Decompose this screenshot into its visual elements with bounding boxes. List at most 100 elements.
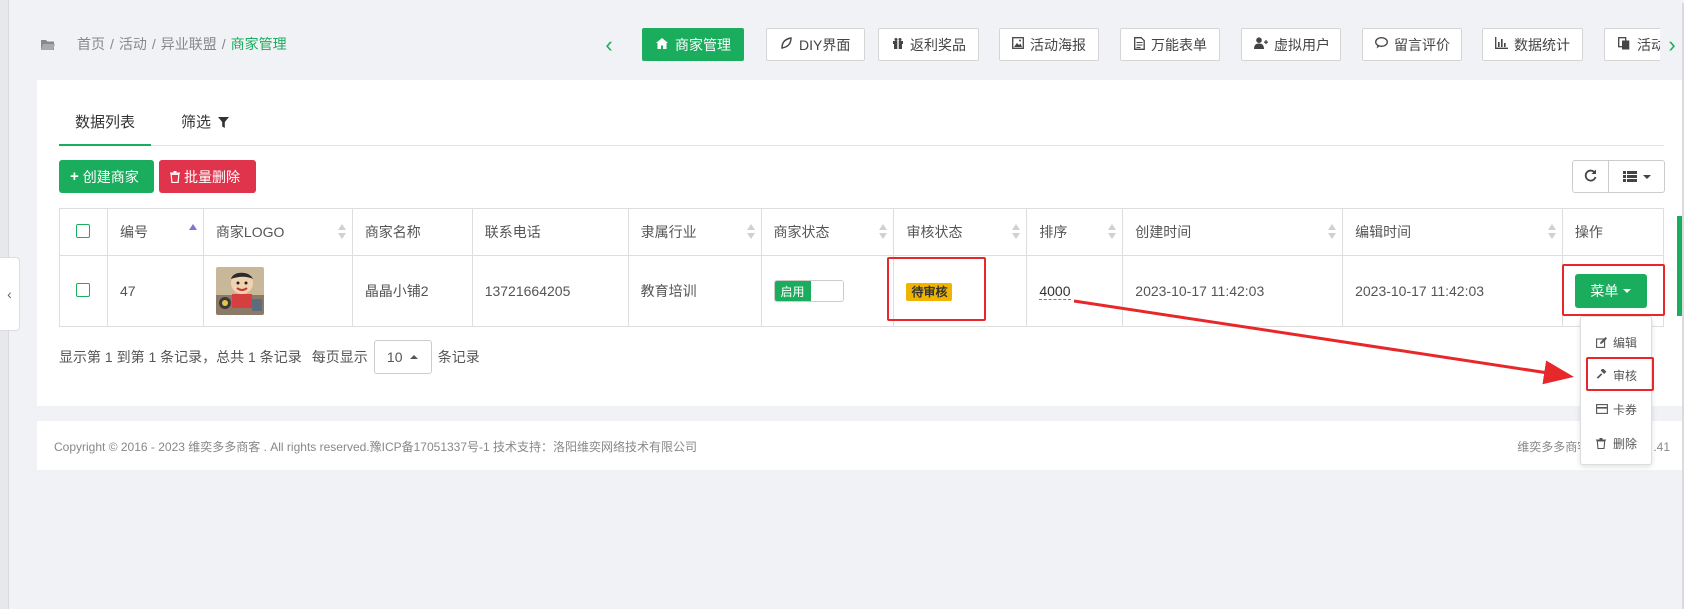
tab-label: DIY界面 [799, 36, 851, 53]
cell-merchant-status: 启用 [760, 255, 895, 327]
pagination-info: 显示第 1 到第 1 条记录，总共 1 条记录 每页显示 10 条记录 [59, 340, 480, 374]
refresh-button[interactable] [1572, 160, 1609, 193]
sort-icon [1547, 223, 1556, 241]
batch-delete-button[interactable]: 批量删除 [159, 160, 256, 193]
tab-merchant-management[interactable]: 商家管理 [642, 28, 744, 61]
merchant-logo-image[interactable] [215, 267, 264, 315]
column-header: 排序 [1039, 224, 1068, 240]
tab-data-list[interactable]: 数据列表 [59, 112, 152, 146]
tab-activity-poster[interactable]: 活动海报 [999, 28, 1099, 61]
sort-editable-value[interactable]: 4000 [1039, 283, 1071, 300]
column-header: 商家名称 [364, 224, 421, 240]
tab-label: 商家管理 [675, 36, 731, 53]
filter-icon [218, 113, 230, 135]
tab-label: 数据统计 [1514, 36, 1570, 53]
table-tools [1572, 160, 1665, 193]
menu-item-label: 编辑 [1613, 335, 1638, 350]
tab-data-statistics[interactable]: 数据统计 [1482, 28, 1583, 61]
tab-universal-form[interactable]: 万能表单 [1120, 28, 1220, 61]
trash-icon [1596, 437, 1610, 449]
cell-created: 2023-10-17 11:42:03 [1122, 255, 1344, 327]
gift-icon [891, 37, 904, 52]
menu-item-edit[interactable]: 编辑 [1581, 327, 1653, 357]
columns-toggle-button[interactable] [1609, 160, 1665, 193]
header-industry[interactable]: 隶属行业 [627, 208, 762, 256]
page-size-select[interactable]: 10 [373, 340, 432, 374]
menu-item-label: 删除 [1613, 436, 1638, 451]
breadcrumb-home[interactable]: 首页 [77, 34, 105, 54]
sidebar-collapse-toggle[interactable]: ‹ [0, 257, 20, 331]
menu-item-coupon[interactable]: 卡券 [1581, 394, 1653, 424]
breadcrumb-alliance[interactable]: 异业联盟 [161, 34, 217, 54]
bar-chart-icon [1495, 37, 1508, 52]
per-page-prefix: 每页显示 [311, 349, 368, 365]
tabs-scroll-left-button[interactable]: ‹ [599, 34, 619, 56]
comment-icon [1375, 37, 1388, 52]
top-bar: 首页 / 活动 / 异业联盟 / 商家管理 ‹ 商家管理 DIY界面 返利奖品 [9, 10, 1684, 80]
header-created[interactable]: 创建时间 [1122, 208, 1344, 256]
column-header: 隶属行业 [640, 224, 697, 240]
column-header: 编号 [119, 224, 148, 240]
select-all-checkbox[interactable] [76, 223, 91, 238]
plus-icon: + [70, 168, 79, 185]
tab-filter[interactable]: 筛选 [165, 112, 245, 146]
column-header: 联系电话 [484, 224, 541, 240]
image-icon [1012, 37, 1024, 52]
chevron-right-icon: › [1668, 32, 1676, 57]
sort-icon [1328, 223, 1337, 241]
caret-up-icon [410, 355, 419, 359]
header-logo[interactable]: 商家LOGO [202, 208, 353, 256]
header-sort[interactable]: 排序 [1026, 208, 1124, 256]
footer-version: .41 [1653, 440, 1670, 454]
tab-label: 返利奖品 [910, 36, 966, 53]
header-id[interactable]: 编号 [106, 208, 204, 256]
highlight-menu-button [1562, 264, 1665, 316]
right-scrollbar[interactable] [1677, 3, 1684, 609]
sort-icon [1108, 223, 1117, 241]
row-checkbox[interactable] [76, 282, 91, 297]
chevron-left-icon: ‹ [605, 32, 613, 57]
header-select-all[interactable] [59, 208, 108, 256]
tab-diy-interface[interactable]: DIY界面 [766, 28, 865, 61]
header-name: 商家名称 [351, 208, 473, 256]
list-icon [1622, 171, 1637, 182]
header-merchant-status[interactable]: 商家状态 [760, 208, 895, 256]
tab-virtual-users[interactable]: 虚拟用户 [1241, 28, 1341, 61]
merchant-status-toggle[interactable]: 启用 [773, 280, 844, 302]
refresh-icon [1584, 169, 1597, 185]
cell-logo [202, 255, 353, 327]
sort-icon [879, 223, 888, 241]
create-merchant-button[interactable]: + 创建商家 [59, 160, 154, 193]
menu-item-delete[interactable]: 删除 [1581, 428, 1653, 458]
header-edited[interactable]: 编辑时间 [1342, 208, 1563, 256]
cell-sort: 4000 [1026, 255, 1124, 327]
breadcrumb-separator: / [110, 36, 114, 52]
tab-label: 活动海报 [1030, 36, 1086, 53]
tab-label: 活动 [1637, 36, 1660, 53]
column-header: 创建时间 [1135, 224, 1192, 240]
breadcrumb-separator: / [221, 36, 226, 52]
breadcrumb-activity[interactable]: 活动 [119, 34, 147, 54]
cell-select [59, 255, 108, 327]
tab-rebate-prizes[interactable]: 返利奖品 [878, 28, 979, 61]
header-audit-status[interactable]: 审核状态 [893, 208, 1028, 256]
header-actions: 操作 [1561, 208, 1665, 256]
copy-icon [1617, 36, 1631, 53]
edit-icon [1596, 336, 1610, 348]
tab-label: 万能表单 [1151, 36, 1207, 53]
menu-item-label: 卡券 [1613, 402, 1638, 417]
breadcrumb-current: 商家管理 [230, 36, 287, 52]
cell-name: 晶晶小铺2 [351, 255, 473, 327]
trash-icon [170, 170, 180, 183]
cell-id: 47 [106, 255, 204, 327]
column-header: 编辑时间 [1355, 224, 1412, 240]
highlight-audit-menu-item [1586, 357, 1654, 391]
toggle-off-area [810, 281, 843, 301]
cell-phone: 13721664205 [471, 255, 629, 327]
tab-messages-reviews[interactable]: 留言评价 [1362, 28, 1462, 61]
column-header: 商家LOGO [215, 224, 285, 240]
home-icon [655, 37, 669, 52]
tab-activity-settings[interactable]: 活动 [1604, 28, 1660, 61]
highlight-audit-status [887, 257, 986, 321]
cell-edited: 2023-10-17 11:42:03 [1342, 255, 1563, 327]
